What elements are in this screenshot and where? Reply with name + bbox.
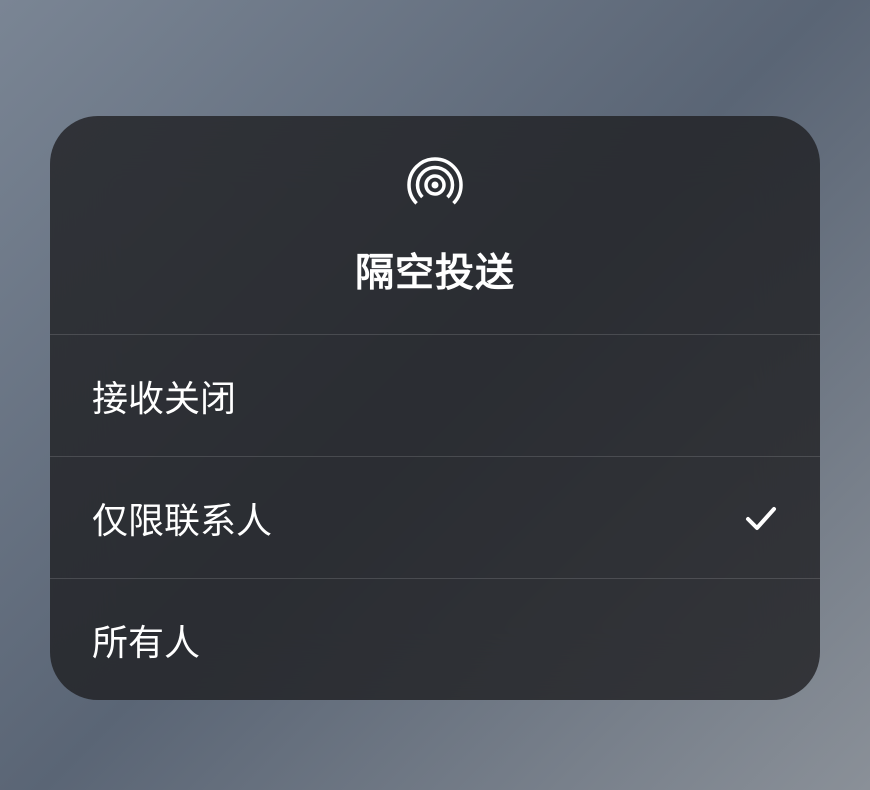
- panel-title: 隔空投送: [355, 242, 515, 298]
- panel-header: 隔空投送: [50, 116, 820, 334]
- option-label: 仅限联系人: [92, 492, 272, 544]
- option-receiving-off[interactable]: 接收关闭: [50, 334, 820, 456]
- option-label: 所有人: [92, 614, 200, 666]
- checkmark-icon: [744, 501, 778, 535]
- airdrop-panel: 隔空投送 接收关闭 仅限联系人 所有人: [50, 116, 820, 700]
- option-list: 接收关闭 仅限联系人 所有人: [50, 334, 820, 700]
- option-label: 接收关闭: [92, 370, 236, 422]
- airdrop-icon: [406, 156, 464, 214]
- option-everyone[interactable]: 所有人: [50, 578, 820, 700]
- option-contacts-only[interactable]: 仅限联系人: [50, 456, 820, 578]
